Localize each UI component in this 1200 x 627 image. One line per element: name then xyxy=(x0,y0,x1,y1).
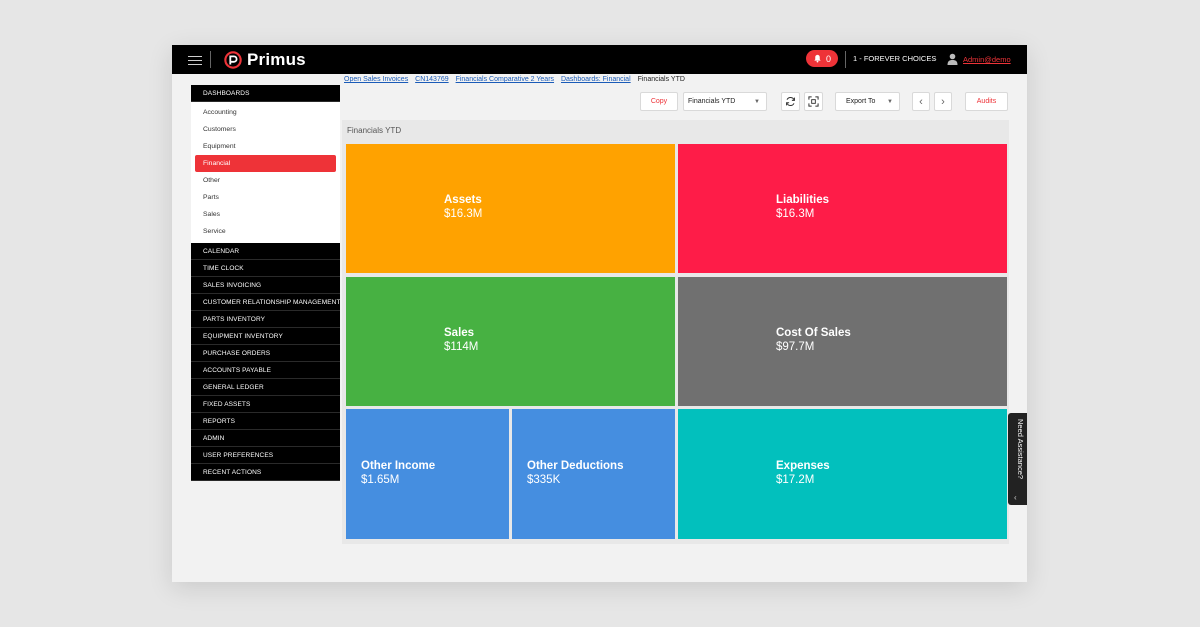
user-icon xyxy=(947,53,958,65)
topbar-divider xyxy=(845,51,846,68)
next-button[interactable]: › xyxy=(934,92,952,111)
tile-label: Expenses xyxy=(776,460,830,472)
copy-button[interactable]: Copy xyxy=(640,92,678,111)
primus-logo-icon xyxy=(224,51,242,69)
need-assistance-tab[interactable]: Need Assistance? ‹ xyxy=(1008,413,1027,505)
dashboard-select[interactable]: Financials YTD ▼ xyxy=(683,92,767,111)
refresh-icon xyxy=(786,96,795,107)
breadcrumb-link[interactable]: Open Sales Invoices xyxy=(344,76,408,83)
sidebar-section-calendar[interactable]: CALENDAR xyxy=(191,243,340,260)
tile-other-income[interactable]: Other Income $1.65M xyxy=(346,409,509,539)
breadcrumb: Open Sales Invoices CN143769 Financials … xyxy=(344,76,685,83)
audits-button[interactable]: Audits xyxy=(965,92,1008,111)
dashboards-submenu: Accounting Customers Equipment Financial… xyxy=(191,102,340,243)
fullscreen-button[interactable] xyxy=(804,92,823,111)
sidebar-section-general-ledger[interactable]: GENERAL LEDGER xyxy=(191,379,340,396)
tile-assets[interactable]: Assets $16.3M xyxy=(346,144,675,273)
export-dropdown[interactable]: Export To ▼ xyxy=(835,92,900,111)
sidebar-item-equipment[interactable]: Equipment xyxy=(195,138,336,155)
tile-value: $1.65M xyxy=(361,474,400,486)
sidebar-section-sales-invoicing[interactable]: SALES INVOICING xyxy=(191,277,340,294)
tile-label: Sales xyxy=(444,327,475,339)
breadcrumb-current: Financials YTD xyxy=(637,76,685,83)
chevron-down-icon[interactable]: ⌄ xyxy=(932,55,938,63)
sidebar-item-sales[interactable]: Sales xyxy=(195,206,336,223)
user-account-link[interactable]: Admin@demo xyxy=(963,55,1011,64)
sidebar-item-customers[interactable]: Customers xyxy=(195,121,336,138)
topbar-divider xyxy=(210,51,211,68)
sidebar-section-user-preferences[interactable]: USER PREFERENCES xyxy=(191,447,340,464)
sidebar-section-accounts-payable[interactable]: ACCOUNTS PAYABLE xyxy=(191,362,340,379)
previous-button[interactable]: ‹ xyxy=(912,92,930,111)
sidebar-section-time-clock[interactable]: TIME CLOCK xyxy=(191,260,340,277)
tile-label: Cost Of Sales xyxy=(776,327,851,339)
app-window: Primus 0 1 - FOREVER CHOICES ⌄ Admin@dem… xyxy=(172,45,1027,582)
company-selector[interactable]: 1 - FOREVER CHOICES xyxy=(853,54,936,63)
caret-down-icon: ▼ xyxy=(754,98,760,105)
tile-value: $16.3M xyxy=(776,208,815,220)
notifications-count: 0 xyxy=(825,53,831,64)
tile-expenses[interactable]: Expenses $17.2M xyxy=(678,409,1007,539)
sidebar: DASHBOARDS Accounting Customers Equipmen… xyxy=(191,85,340,481)
sidebar-item-service[interactable]: Service xyxy=(195,223,336,240)
sidebar-item-financial[interactable]: Financial xyxy=(195,155,336,172)
dashboard-select-value: Financials YTD xyxy=(688,98,736,105)
dashboard-panel: Financials YTD Assets $16.3M Liabilities… xyxy=(342,120,1009,544)
sidebar-section-parts-inventory[interactable]: PARTS INVENTORY xyxy=(191,311,340,328)
top-bar: Primus 0 1 - FOREVER CHOICES ⌄ Admin@dem… xyxy=(172,45,1027,74)
notifications-badge[interactable]: 0 xyxy=(806,50,838,67)
tile-other-deductions[interactable]: Other Deductions $335K xyxy=(512,409,675,539)
tile-value: $335K xyxy=(527,474,561,486)
breadcrumb-link[interactable]: Dashboards: Financial xyxy=(561,76,631,83)
breadcrumb-link[interactable]: Financials Comparative 2 Years xyxy=(456,76,554,83)
sidebar-section-admin[interactable]: ADMIN xyxy=(191,430,340,447)
sidebar-item-accounting[interactable]: Accounting xyxy=(195,104,336,121)
tile-label: Other Deductions xyxy=(527,460,624,472)
breadcrumb-link[interactable]: CN143769 xyxy=(415,76,448,83)
tile-liabilities[interactable]: Liabilities $16.3M xyxy=(678,144,1007,273)
bell-icon xyxy=(814,54,821,63)
sidebar-section-equipment-inventory[interactable]: EQUIPMENT INVENTORY xyxy=(191,328,340,345)
tile-value: $17.2M xyxy=(776,474,815,486)
sidebar-section-dashboards[interactable]: DASHBOARDS xyxy=(191,85,340,102)
sidebar-section-crm[interactable]: CUSTOMER RELATIONSHIP MANAGEMENT xyxy=(191,294,340,311)
tile-cost-of-sales[interactable]: Cost Of Sales $97.7M xyxy=(678,277,1007,406)
sidebar-section-reports[interactable]: REPORTS xyxy=(191,413,340,430)
sidebar-section-fixed-assets[interactable]: FIXED ASSETS xyxy=(191,396,340,413)
sidebar-section-recent-actions[interactable]: RECENT ACTIONS xyxy=(191,464,340,481)
tile-label: Liabilities xyxy=(776,194,830,206)
sidebar-item-other[interactable]: Other xyxy=(195,172,336,189)
tile-sales[interactable]: Sales $114M xyxy=(346,277,675,406)
tile-value: $114M xyxy=(444,341,479,353)
caret-down-icon: ▼ xyxy=(887,98,893,105)
tile-label: Other Income xyxy=(361,460,436,472)
export-label: Export To xyxy=(846,98,876,105)
need-assistance-label: Need Assistance? xyxy=(1016,419,1025,480)
tile-value: $97.7M xyxy=(776,341,815,353)
sidebar-section-purchase-orders[interactable]: PURCHASE ORDERS xyxy=(191,345,340,362)
brand-logo[interactable]: Primus xyxy=(224,50,306,70)
panel-title: Financials YTD xyxy=(347,126,402,135)
hamburger-menu-icon[interactable] xyxy=(188,53,202,66)
sidebar-item-parts[interactable]: Parts xyxy=(195,189,336,206)
chevron-left-icon: ‹ xyxy=(919,95,923,108)
chevron-right-icon: › xyxy=(941,95,945,108)
brand-name: Primus xyxy=(247,50,306,69)
refresh-button[interactable] xyxy=(781,92,800,111)
tile-value: $16.3M xyxy=(444,208,483,220)
chevron-left-icon: ‹ xyxy=(1014,493,1017,502)
fullscreen-icon xyxy=(808,96,819,107)
tile-label: Assets xyxy=(444,194,482,206)
